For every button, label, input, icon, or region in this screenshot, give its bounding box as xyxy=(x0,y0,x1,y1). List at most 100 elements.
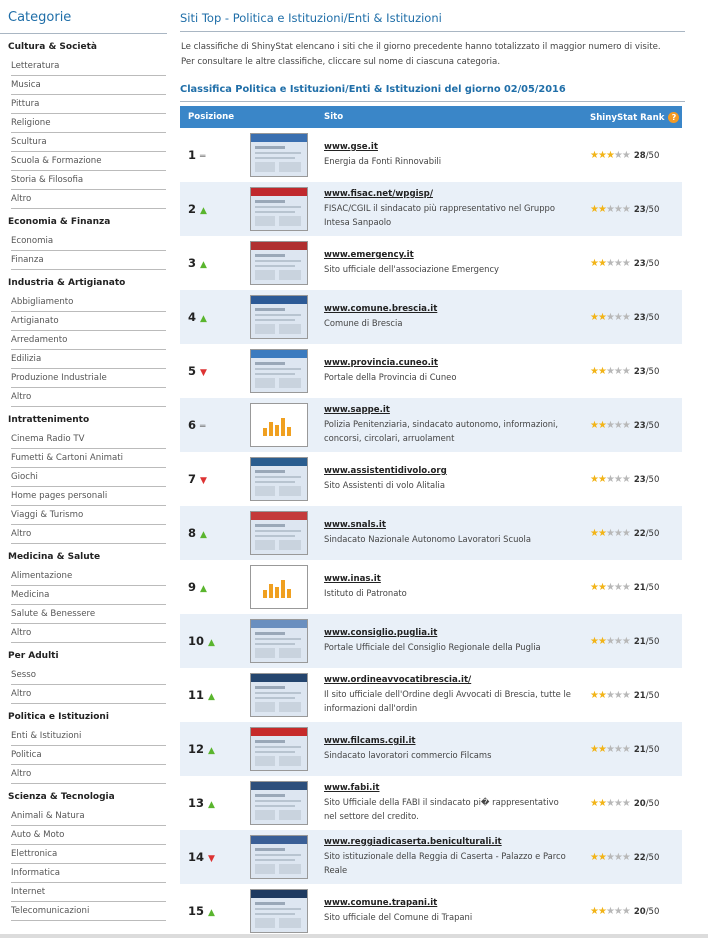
site-link[interactable]: www.sappe.it xyxy=(324,405,574,415)
site-thumbnail[interactable] xyxy=(250,241,308,285)
sidebar-item[interactable]: Arredamento xyxy=(11,331,166,350)
site-cell: www.gse.it Energia da Fonti Rinnovabili xyxy=(324,128,574,182)
site-link[interactable]: www.filcams.cgil.it xyxy=(324,736,574,746)
site-cell: www.filcams.cgil.it Sindacato lavoratori … xyxy=(324,722,574,776)
sidebar-item[interactable]: Fumetti & Cartoni Animati xyxy=(11,449,166,468)
star-empty-icon: ★ xyxy=(621,203,631,215)
sidebar-item[interactable]: Altro xyxy=(11,624,166,643)
sidebar-item[interactable]: Economia xyxy=(11,232,166,251)
trend-same-icon: ═ xyxy=(200,422,206,432)
sidebar-item[interactable]: Produzione Industriale xyxy=(11,369,166,388)
star-empty-icon: ★ xyxy=(613,311,623,323)
site-thumbnail[interactable] xyxy=(250,133,308,177)
site-link[interactable]: www.fabi.it xyxy=(324,783,574,793)
star-filled-icon: ★ xyxy=(597,797,607,809)
site-link[interactable]: www.provincia.cuneo.it xyxy=(324,358,574,368)
sidebar-item[interactable]: Internet xyxy=(11,883,166,902)
site-thumbnail[interactable] xyxy=(250,835,308,879)
sidebar-item[interactable]: Edilizia xyxy=(11,350,166,369)
table-row: 12 ▲ www.filcams.cgil.it Sindacato lavorat… xyxy=(180,722,682,776)
sidebar-item[interactable]: Scuola & Formazione xyxy=(11,152,166,171)
site-thumbnail[interactable] xyxy=(250,889,308,933)
sidebar-item[interactable]: Letteratura xyxy=(11,57,166,76)
site-link[interactable]: www.assistentidivolo.org xyxy=(324,466,574,476)
rank-cell: ★★★★★ 23/50 xyxy=(574,236,682,290)
position-number: 7 xyxy=(188,472,197,486)
site-thumbnail[interactable] xyxy=(250,295,308,339)
sidebar-item[interactable]: Altro xyxy=(11,765,166,784)
position-cell: 14 ▼ xyxy=(180,830,248,884)
site-thumbnail[interactable] xyxy=(250,349,308,393)
star-empty-icon: ★ xyxy=(613,689,623,701)
site-thumbnail[interactable] xyxy=(250,511,308,555)
rank-score: 21/50 xyxy=(634,583,660,593)
star-filled-icon: ★ xyxy=(597,257,607,269)
help-icon[interactable]: ? xyxy=(668,111,680,123)
horizontal-scrollbar[interactable] xyxy=(0,934,708,938)
sidebar-item[interactable]: Telecomunicazioni xyxy=(11,902,166,921)
star-empty-icon: ★ xyxy=(605,635,615,647)
sidebar-item[interactable]: Artigianato xyxy=(11,312,166,331)
sidebar-item[interactable]: Altro xyxy=(11,685,166,704)
sidebar-item[interactable]: Scultura xyxy=(11,133,166,152)
sidebar-item[interactable]: Giochi xyxy=(11,468,166,487)
sidebar-item[interactable]: Finanza xyxy=(11,251,166,270)
sidebar-item[interactable]: Musica xyxy=(11,76,166,95)
sidebar-item[interactable]: Storia & Filosofia xyxy=(11,171,166,190)
site-thumbnail-placeholder[interactable] xyxy=(250,403,308,447)
page-title: Siti Top - Politica e Istituzioni/Enti &… xyxy=(180,11,442,25)
sidebar-item[interactable]: Altro xyxy=(11,525,166,544)
sidebar-item[interactable]: Abbigliamento xyxy=(11,293,166,312)
position-number: 12 xyxy=(188,742,205,756)
sidebar-item[interactable]: Salute & Benessere xyxy=(11,605,166,624)
site-thumbnail[interactable] xyxy=(250,619,308,663)
position-cell: 9 ▲ xyxy=(180,560,248,614)
site-thumbnail[interactable] xyxy=(250,673,308,717)
star-empty-icon: ★ xyxy=(605,743,615,755)
sidebar-item[interactable]: Auto & Moto xyxy=(11,826,166,845)
site-description: Polizia Penitenziaria, sindacato autonom… xyxy=(324,419,558,443)
star-filled-icon: ★ xyxy=(597,149,607,161)
site-link[interactable]: www.consiglio.puglia.it xyxy=(324,628,574,638)
rank-score-max: /50 xyxy=(645,852,660,863)
sidebar-item[interactable]: Home pages personali xyxy=(11,487,166,506)
sidebar-group: Cultura & Società Letteratura Musica Pittur… xyxy=(0,38,167,209)
site-thumbnail[interactable] xyxy=(250,187,308,231)
site-thumbnail[interactable] xyxy=(250,727,308,771)
site-link[interactable]: www.comune.trapani.it xyxy=(324,898,574,908)
site-link[interactable]: www.ordineavvocatibrescia.it/ xyxy=(324,675,574,685)
sidebar-item[interactable]: Altro xyxy=(11,190,166,209)
table-row: 6 ═ www.sappe.it Polizia Penitenziaria, si… xyxy=(180,398,682,452)
thumbnail-cell xyxy=(248,830,324,884)
sidebar-item[interactable]: Sesso xyxy=(11,666,166,685)
sidebar-item[interactable]: Elettronica xyxy=(11,845,166,864)
sidebar-item[interactable]: Altro xyxy=(11,388,166,407)
sidebar-item[interactable]: Viaggi & Turismo xyxy=(11,506,166,525)
position-cell: 7 ▼ xyxy=(180,452,248,506)
position-cell: 10 ▲ xyxy=(180,614,248,668)
site-link[interactable]: www.comune.brescia.it xyxy=(324,304,574,314)
site-link[interactable]: www.reggiadicaserta.beniculturali.it xyxy=(324,837,574,847)
sidebar-item[interactable]: Alimentazione xyxy=(11,567,166,586)
position-cell: 12 ▲ xyxy=(180,722,248,776)
site-thumbnail-placeholder[interactable] xyxy=(250,565,308,609)
site-thumbnail[interactable] xyxy=(250,457,308,501)
site-thumbnail[interactable] xyxy=(250,781,308,825)
sidebar-item[interactable]: Informatica xyxy=(11,864,166,883)
site-link[interactable]: www.fisac.net/wpgisp/ xyxy=(324,189,574,199)
sidebar-item[interactable]: Politica xyxy=(11,746,166,765)
star-filled-icon: ★ xyxy=(590,257,599,269)
sidebar-item[interactable]: Cinema Radio TV xyxy=(11,430,166,449)
rank-score-value: 23 xyxy=(633,474,646,485)
site-link[interactable]: www.emergency.it xyxy=(324,250,574,260)
site-link[interactable]: www.gse.it xyxy=(324,142,574,152)
star-empty-icon: ★ xyxy=(621,419,631,431)
site-link[interactable]: www.inas.it xyxy=(324,574,574,584)
sidebar-item[interactable]: Pittura xyxy=(11,95,166,114)
sidebar-item[interactable]: Medicina xyxy=(11,586,166,605)
sidebar-item[interactable]: Enti & Istituzioni xyxy=(11,727,166,746)
sidebar-item[interactable]: Religione xyxy=(11,114,166,133)
site-link[interactable]: www.snals.it xyxy=(324,520,574,530)
sidebar-item[interactable]: Animali & Natura xyxy=(11,807,166,826)
site-description: Istituto di Patronato xyxy=(324,588,407,598)
